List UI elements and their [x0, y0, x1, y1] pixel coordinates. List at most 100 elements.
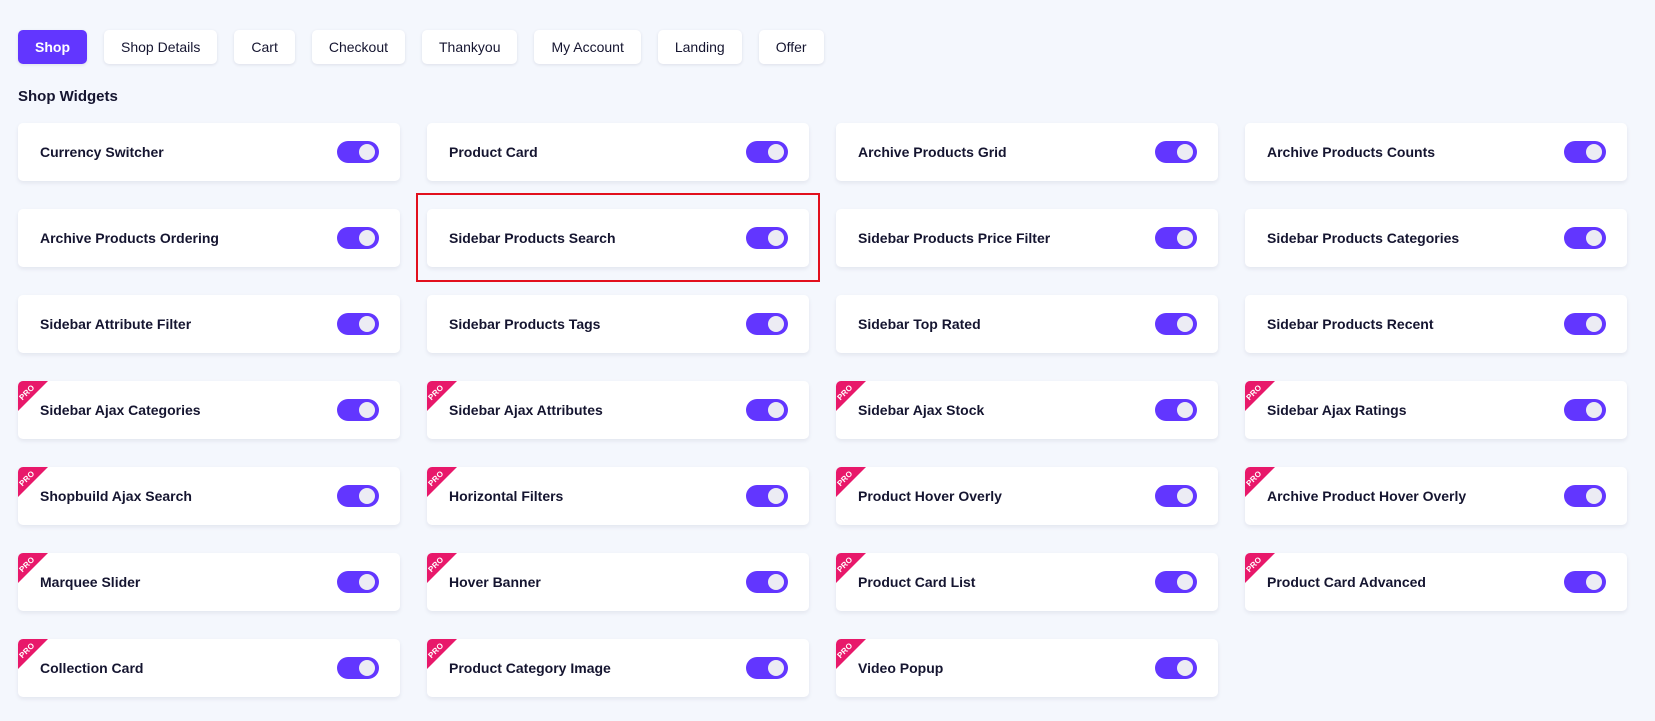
- pro-badge: PRO: [427, 381, 457, 411]
- widget-toggle[interactable]: [746, 485, 788, 507]
- widget-label: Sidebar Ajax Attributes: [449, 402, 603, 418]
- toggle-knob: [359, 660, 375, 676]
- widget-card-sidebar-products-categories: Sidebar Products Categories: [1245, 209, 1627, 267]
- widget-card-horizontal-filters: PRO Horizontal Filters: [427, 467, 809, 525]
- widget-card-product-card-advanced: PRO Product Card Advanced: [1245, 553, 1627, 611]
- widget-card-sidebar-products-tags: Sidebar Products Tags: [427, 295, 809, 353]
- widget-label: Sidebar Ajax Ratings: [1267, 402, 1407, 418]
- widget-toggle[interactable]: [337, 571, 379, 593]
- widget-toggle[interactable]: [337, 227, 379, 249]
- widget-card-sidebar-products-recent: Sidebar Products Recent: [1245, 295, 1627, 353]
- widget-label: Shopbuild Ajax Search: [40, 488, 192, 504]
- toggle-knob: [1586, 574, 1602, 590]
- widget-toggle[interactable]: [1155, 399, 1197, 421]
- widget-card-sidebar-ajax-stock: PRO Sidebar Ajax Stock: [836, 381, 1218, 439]
- widget-toggle[interactable]: [337, 313, 379, 335]
- widget-toggle[interactable]: [746, 657, 788, 679]
- widget-card-product-card-list: PRO Product Card List: [836, 553, 1218, 611]
- widget-card-collection-card: PRO Collection Card: [18, 639, 400, 697]
- widget-toggle[interactable]: [746, 571, 788, 593]
- tab-offer[interactable]: Offer: [758, 30, 824, 64]
- widget-label: Sidebar Attribute Filter: [40, 316, 192, 332]
- widget-label: Archive Product Hover Overly: [1267, 488, 1467, 504]
- widget-toggle[interactable]: [1564, 141, 1606, 163]
- widget-toggle[interactable]: [746, 141, 788, 163]
- widget-label: Currency Switcher: [40, 144, 164, 160]
- widget-toggle[interactable]: [337, 485, 379, 507]
- tab-landing[interactable]: Landing: [657, 30, 742, 64]
- widget-label: Collection Card: [40, 660, 144, 676]
- widget-toggle[interactable]: [1155, 141, 1197, 163]
- widget-toggle[interactable]: [746, 399, 788, 421]
- pro-badge: PRO: [427, 639, 457, 669]
- pro-badge: PRO: [1245, 553, 1275, 583]
- pro-badge: PRO: [1245, 381, 1275, 411]
- widget-toggle[interactable]: [1564, 227, 1606, 249]
- widget-toggle[interactable]: [1155, 485, 1197, 507]
- widget-toggle[interactable]: [1564, 485, 1606, 507]
- toggle-knob: [359, 316, 375, 332]
- tab-thankyou[interactable]: Thankyou: [422, 30, 518, 64]
- widget-card-shopbuild-ajax-search: PRO Shopbuild Ajax Search: [18, 467, 400, 525]
- toggle-knob: [1177, 144, 1193, 160]
- tab-checkout[interactable]: Checkout: [311, 30, 405, 64]
- widget-card-archive-products-counts: Archive Products Counts: [1245, 123, 1627, 181]
- widget-card-sidebar-top-rated: Sidebar Top Rated: [836, 295, 1218, 353]
- widget-toggle[interactable]: [337, 657, 379, 679]
- widget-label: Video Popup: [858, 660, 944, 676]
- pro-badge: PRO: [836, 639, 866, 669]
- widget-card-archive-products-ordering: Archive Products Ordering: [18, 209, 400, 267]
- widget-toggle[interactable]: [1564, 313, 1606, 335]
- widget-card-hover-banner: PRO Hover Banner: [427, 553, 809, 611]
- tab-my-account[interactable]: My Account: [534, 30, 641, 64]
- tab-shop[interactable]: Shop: [18, 30, 87, 64]
- widget-label: Sidebar Top Rated: [858, 316, 981, 332]
- widget-toggle[interactable]: [337, 399, 379, 421]
- widget-label: Sidebar Ajax Stock: [858, 402, 985, 418]
- toggle-knob: [1586, 402, 1602, 418]
- widgets-settings-page: Shop Shop Details Cart Checkout Thankyou My A…: [0, 0, 1655, 721]
- widget-label: Marquee Slider: [40, 574, 141, 590]
- widget-toggle[interactable]: [1155, 571, 1197, 593]
- pro-badge: PRO: [18, 553, 48, 583]
- widget-label: Product Category Image: [449, 660, 611, 676]
- widget-toggle[interactable]: [1155, 313, 1197, 335]
- toggle-knob: [1177, 574, 1193, 590]
- toggle-knob: [768, 574, 784, 590]
- pro-badge: PRO: [836, 381, 866, 411]
- widget-label: Horizontal Filters: [449, 488, 564, 504]
- widget-label: Sidebar Products Tags: [449, 316, 601, 332]
- section-title: Shop Widgets: [18, 88, 118, 105]
- toggle-knob: [768, 402, 784, 418]
- widget-card-currency-switcher: Currency Switcher: [18, 123, 400, 181]
- widget-card-marquee-slider: PRO Marquee Slider: [18, 553, 400, 611]
- widget-card-sidebar-attribute-filter: Sidebar Attribute Filter: [18, 295, 400, 353]
- widget-toggle[interactable]: [746, 313, 788, 335]
- tab-cart[interactable]: Cart: [234, 30, 295, 64]
- toggle-knob: [1177, 488, 1193, 504]
- pro-badge: PRO: [1245, 467, 1275, 497]
- widget-toggle[interactable]: [1564, 399, 1606, 421]
- widget-card-video-popup: PRO Video Popup: [836, 639, 1218, 697]
- pro-badge: PRO: [18, 381, 48, 411]
- widget-card-sidebar-ajax-categories: PRO Sidebar Ajax Categories: [18, 381, 400, 439]
- widget-toggle[interactable]: [337, 141, 379, 163]
- pro-badge: PRO: [836, 467, 866, 497]
- widget-label: Archive Products Counts: [1267, 144, 1436, 160]
- pro-badge: PRO: [427, 467, 457, 497]
- widget-card-product-category-image: PRO Product Category Image: [427, 639, 809, 697]
- widget-label: Sidebar Products Recent: [1267, 316, 1434, 332]
- pro-badge: PRO: [18, 639, 48, 669]
- widget-toggle[interactable]: [1155, 657, 1197, 679]
- toggle-knob: [1177, 660, 1193, 676]
- widget-toggle[interactable]: [1155, 227, 1197, 249]
- toggle-knob: [1177, 230, 1193, 246]
- widget-card-archive-product-hover-overly: PRO Archive Product Hover Overly: [1245, 467, 1627, 525]
- toggle-knob: [1177, 402, 1193, 418]
- toggle-knob: [359, 402, 375, 418]
- widget-toggle[interactable]: [1564, 571, 1606, 593]
- widget-card-sidebar-products-price-filter: Sidebar Products Price Filter: [836, 209, 1218, 267]
- widget-label: Archive Products Grid: [858, 144, 1007, 160]
- toggle-knob: [359, 574, 375, 590]
- tab-shop-details[interactable]: Shop Details: [104, 30, 218, 64]
